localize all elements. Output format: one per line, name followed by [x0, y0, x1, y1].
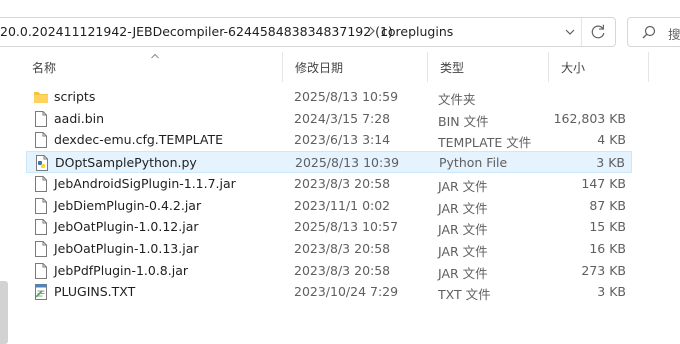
file-modified-date: 2025/8/13 10:59 — [294, 89, 399, 104]
file-type: BIN 文件 — [438, 113, 489, 129]
file-size: 15 KB — [589, 219, 626, 235]
file-row[interactable]: scripts 2025/8/13 10:59 文件夹 — [26, 86, 632, 108]
file-row[interactable]: JebOatPlugin-1.0.12.jar 2025/8/13 10:57 JA… — [26, 216, 632, 238]
file-row[interactable]: JebPdfPlugin-1.0.8.jar 2023/8/3 20:58 JAR … — [26, 260, 632, 282]
file-modified-date: 2024/3/15 7:28 — [294, 110, 391, 126]
file-name: JebDiemPlugin-0.4.2.jar — [54, 197, 202, 213]
file-type: JAR 文件 — [438, 200, 488, 216]
file-row[interactable]: JebAndroidSigPlugin-1.1.7.jar 2023/8/3 20… — [26, 173, 632, 195]
file-type: 文件夹 — [438, 92, 476, 107]
file-type: JAR 文件 — [438, 178, 488, 194]
file-size: 273 KB — [581, 262, 626, 278]
navigation-scrollbar[interactable] — [0, 281, 8, 344]
file-type: JAR 文件 — [438, 265, 488, 281]
breadcrumb-chevron-icon[interactable] — [367, 23, 377, 39]
file-icon — [33, 110, 49, 128]
file-name: JebOatPlugin-1.0.13.jar — [54, 240, 199, 256]
file-name: JebAndroidSigPlugin-1.1.7.jar — [54, 175, 236, 191]
file-modified-date: 2023/10/24 7:29 — [294, 284, 399, 300]
breadcrumb-current-folder[interactable]: coreplugins — [381, 24, 453, 39]
file-modified-date: 2025/8/13 10:39 — [295, 155, 400, 171]
file-row[interactable]: PLUGINS.TXT 2023/10/24 7:29 TXT 文件 3 KB — [26, 281, 632, 303]
file-size: 4 KB — [597, 132, 626, 148]
file-row[interactable]: dexdec-emu.cfg.TEMPLATE 2023/6/13 3:14 TEM… — [26, 129, 632, 151]
file-modified-date: 2023/8/3 20:58 — [294, 240, 391, 256]
file-size: 3 KB — [597, 284, 626, 300]
file-type: JAR 文件 — [438, 243, 488, 259]
breadcrumb-parent-folder[interactable]: 20.0.202411121942-JEBDecompiler-62445848… — [0, 24, 393, 39]
folder-icon — [33, 88, 49, 106]
file-type: JAR 文件 — [438, 222, 488, 238]
column-header-size[interactable]: 大小 — [548, 52, 648, 82]
file-modified-date: 2023/8/3 20:58 — [294, 262, 391, 278]
column-header-name[interactable]: 名称 — [20, 52, 282, 82]
file-type: Python File — [439, 155, 508, 171]
refresh-icon[interactable] — [581, 18, 615, 46]
column-header-modified[interactable]: 修改日期 — [282, 52, 427, 82]
file-modified-date: 2023/8/3 20:58 — [294, 175, 391, 191]
file-row[interactable]: aadi.bin 2024/3/15 7:28 BIN 文件 162,803 KB — [26, 108, 632, 130]
file-name: scripts — [54, 89, 96, 104]
file-icon — [33, 262, 49, 280]
text-file-icon — [33, 283, 49, 301]
file-name: JebPdfPlugin-1.0.8.jar — [54, 262, 189, 278]
file-size: 3 KB — [596, 155, 625, 171]
file-row[interactable]: JebDiemPlugin-0.4.2.jar 2023/11/1 0:02 JAR… — [26, 195, 632, 217]
file-row[interactable]: JebOatPlugin-1.0.13.jar 2023/8/3 20:58 JAR… — [26, 238, 632, 260]
file-size: 162,803 KB — [553, 110, 626, 126]
file-icon — [33, 175, 49, 193]
column-header-type-label: 类型 — [440, 61, 465, 75]
file-icon — [33, 131, 49, 149]
file-size: 147 KB — [581, 175, 626, 191]
file-modified-date: 2023/6/13 3:14 — [294, 132, 391, 148]
address-bar[interactable]: 20.0.202411121942-JEBDecompiler-62445848… — [0, 17, 616, 47]
file-type: TEMPLATE 文件 — [438, 135, 532, 151]
column-header-row: 名称 修改日期 类型 大小 — [20, 52, 680, 82]
python-file-icon — [34, 154, 50, 172]
file-size: 87 KB — [589, 197, 626, 213]
file-row[interactable]: DOptSamplePython.py 2025/8/13 10:39 Python… — [26, 151, 632, 174]
file-modified-date: 2025/8/13 10:57 — [294, 219, 399, 235]
column-header-modified-label: 修改日期 — [295, 61, 344, 75]
file-icon — [33, 218, 49, 236]
search-placeholder: 搜 — [668, 27, 680, 42]
file-size: 16 KB — [589, 240, 626, 256]
file-icon — [33, 240, 49, 258]
file-icon — [33, 197, 49, 215]
file-name: PLUGINS.TXT — [54, 284, 136, 300]
file-name: JebOatPlugin-1.0.12.jar — [54, 219, 199, 235]
column-header-type[interactable]: 类型 — [427, 52, 548, 82]
column-header-size-label: 大小 — [561, 61, 586, 75]
column-header-name-label: 名称 — [32, 61, 57, 75]
chevron-down-icon[interactable] — [560, 18, 580, 46]
search-input[interactable]: 搜 — [627, 17, 680, 47]
address-toolbar: 20.0.202411121942-JEBDecompiler-62445848… — [0, 0, 680, 52]
file-name: dexdec-emu.cfg.TEMPLATE — [54, 132, 223, 148]
file-name: DOptSamplePython.py — [55, 155, 197, 171]
file-type: TXT 文件 — [438, 287, 491, 303]
file-name: aadi.bin — [54, 110, 105, 126]
file-modified-date: 2023/11/1 0:02 — [294, 197, 391, 213]
column-header-extra[interactable] — [648, 52, 680, 82]
search-icon — [642, 25, 656, 39]
sort-ascending-icon — [151, 53, 159, 59]
